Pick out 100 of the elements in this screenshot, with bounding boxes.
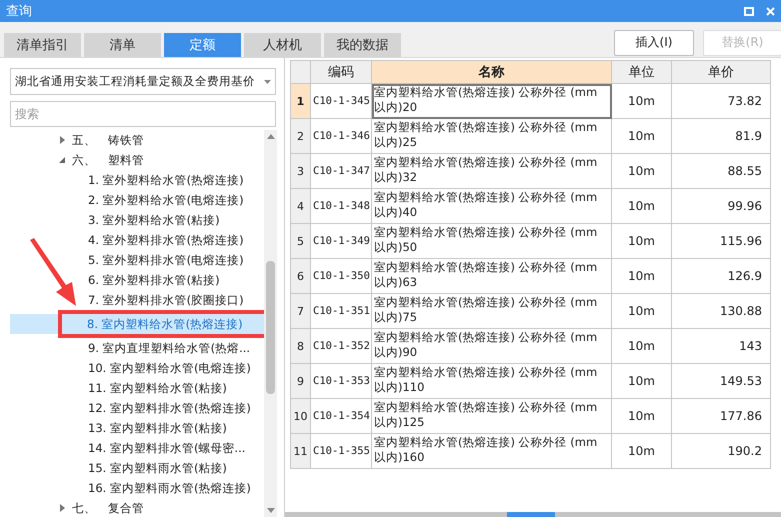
library-dropdown[interactable]: 湖北省通用安装工程消耗量定额及全费用基价 [10, 68, 276, 95]
row-number[interactable]: 5 [290, 224, 310, 258]
collapse-triangle-icon[interactable] [58, 156, 66, 164]
scroll-down-icon[interactable] [266, 508, 274, 513]
table-cell: C10-1-355 [310, 434, 372, 468]
table-cell: 10m [612, 258, 672, 294]
insert-button[interactable]: 插入(I) [614, 30, 694, 56]
table-cell: 177.86 [672, 398, 770, 434]
table-cell: C10-1-352 [310, 328, 372, 364]
expand-triangle-icon[interactable] [58, 136, 66, 144]
tree-item[interactable]: 6. 室外塑料排水管(粘接) [0, 270, 264, 290]
table-cell: C10-1-350 [310, 258, 372, 294]
table-cell: 115.96 [672, 224, 770, 258]
table-cell: 10m [612, 364, 672, 398]
table-cell: 10m [612, 294, 672, 328]
table-cell: 73.82 [672, 84, 770, 118]
maximize-icon[interactable] [744, 6, 754, 16]
row-number[interactable]: 3 [290, 154, 310, 188]
table-cell: 10m [612, 224, 672, 258]
table-cell: 10m [612, 154, 672, 188]
table-cell: 10m [612, 84, 672, 118]
column-header[interactable]: 编码 [310, 60, 372, 84]
tree-item[interactable]: 5. 室外塑料排水管(电熔连接) [0, 250, 264, 270]
table-cell: C10-1-346 [310, 118, 372, 154]
table-cell: 室内塑料给水管(热熔连接) 公称外径 (mm以内)20 [372, 84, 612, 118]
tree-item[interactable]: 4. 室外塑料排水管(热熔连接) [0, 230, 264, 250]
tree-item[interactable]: 16. 室内塑料雨水管(热熔连接) [0, 478, 264, 498]
table-cell: 室内塑料给水管(热熔连接) 公称外径 (mm以内)90 [372, 328, 612, 364]
column-header[interactable]: 单价 [672, 60, 770, 84]
table-cell: 室内塑料给水管(热熔连接) 公称外径 (mm以内)110 [372, 364, 612, 398]
tree-item[interactable]: 2. 室外塑料给水管(电熔连接) [0, 190, 264, 210]
corner-header [290, 60, 310, 84]
row-number[interactable]: 9 [290, 364, 310, 398]
table-cell: C10-1-354 [310, 398, 372, 434]
search-field[interactable]: 搜索 [10, 101, 276, 127]
row-number[interactable]: 10 [290, 398, 310, 434]
table-cell: 10m [612, 398, 672, 434]
table-cell: 143 [672, 328, 770, 364]
table-cell: 149.53 [672, 364, 770, 398]
scroll-up-icon[interactable] [266, 134, 274, 139]
tree-item-number: 五、 [72, 132, 96, 148]
table-cell: 126.9 [672, 258, 770, 294]
window-title: 查询 [6, 3, 33, 20]
tree-item[interactable]: 10. 室内塑料给水管(电熔连接) [0, 358, 264, 378]
tree-item[interactable]: 12. 室内塑料排水管(热熔连接) [0, 398, 264, 418]
table-cell: C10-1-347 [310, 154, 372, 188]
table-cell: 190.2 [672, 434, 770, 468]
tree-item[interactable]: 11. 室内塑料给水管(粘接) [0, 378, 264, 398]
table-cell: 室内塑料给水管(热熔连接) 公称外径 (mm以内)63 [372, 258, 612, 294]
table-cell: 室内塑料给水管(热熔连接) 公称外径 (mm以内)125 [372, 398, 612, 434]
table-cell: 99.96 [672, 188, 770, 224]
tree-item-number: 六、 [72, 152, 96, 168]
tab[interactable]: 清单 [84, 33, 161, 57]
tree-item[interactable]: 复合管 [108, 500, 144, 516]
column-header[interactable]: 单位 [612, 60, 672, 84]
close-icon[interactable] [766, 6, 775, 16]
tree-item[interactable]: 13. 室内塑料排水管(粘接) [0, 418, 264, 438]
tree-item[interactable]: 7. 室外塑料排水管(胶圈接口) [0, 290, 264, 310]
tab[interactable]: 清单指引 [4, 33, 81, 57]
tab[interactable]: 人材机 [244, 33, 321, 57]
table-cell: C10-1-353 [310, 364, 372, 398]
row-number[interactable]: 1 [290, 84, 310, 118]
tree-item[interactable]: 1. 室外塑料给水管(热熔连接) [0, 170, 264, 190]
table-cell: 88.55 [672, 154, 770, 188]
table-cell: 10m [612, 118, 672, 154]
table-cell: 10m [612, 328, 672, 364]
table-cell: 室内塑料给水管(热熔连接) 公称外径 (mm以内)32 [372, 154, 612, 188]
row-number[interactable]: 8 [290, 328, 310, 364]
scrollbar[interactable] [264, 130, 277, 517]
table-cell: 81.9 [672, 118, 770, 154]
table-cell: 10m [612, 188, 672, 224]
tree-item[interactable]: 铸铁管 [108, 132, 144, 148]
annotation-arrow [28, 238, 78, 308]
table-cell: 室内塑料给水管(热熔连接) 公称外径 (mm以内)50 [372, 224, 612, 258]
row-number[interactable]: 7 [290, 294, 310, 328]
table-cell: 室内塑料给水管(热熔连接) 公称外径 (mm以内)25 [372, 118, 612, 154]
tree-item[interactable]: 3. 室外塑料给水管(粘接) [0, 210, 264, 230]
tab[interactable]: 我的数据 [324, 33, 401, 57]
tree-item[interactable]: 9. 室内直埋塑料给水管(热熔... [0, 338, 264, 358]
table-cell: 室内塑料给水管(热熔连接) 公称外径 (mm以内)160 [372, 434, 612, 468]
scroll-thumb[interactable] [266, 261, 275, 394]
row-number[interactable]: 6 [290, 258, 310, 294]
table-cell: C10-1-345 [310, 84, 372, 118]
table-cell: 室内塑料给水管(热熔连接) 公称外径 (mm以内)75 [372, 294, 612, 328]
row-number[interactable]: 2 [290, 118, 310, 154]
tree-item[interactable]: 塑料管 [108, 152, 144, 168]
tree-item[interactable]: 14. 室内塑料排水管(螺母密... [0, 438, 264, 458]
table-cell: 10m [612, 434, 672, 468]
column-header[interactable]: 名称 [372, 60, 612, 84]
table-cell: C10-1-348 [310, 188, 372, 224]
table-cell: C10-1-351 [310, 294, 372, 328]
horizontal-scrollbar[interactable] [285, 512, 781, 517]
table-cell: C10-1-349 [310, 224, 372, 258]
table-cell: 室内塑料给水管(热熔连接) 公称外径 (mm以内)40 [372, 188, 612, 224]
dropdown-caret-icon [264, 80, 271, 84]
row-number[interactable]: 4 [290, 188, 310, 224]
row-number[interactable]: 11 [290, 434, 310, 468]
table-cell: 130.88 [672, 294, 770, 328]
tree-item[interactable]: 15. 室内塑料雨水管(粘接) [0, 458, 264, 478]
expand-triangle-icon[interactable] [58, 504, 66, 512]
